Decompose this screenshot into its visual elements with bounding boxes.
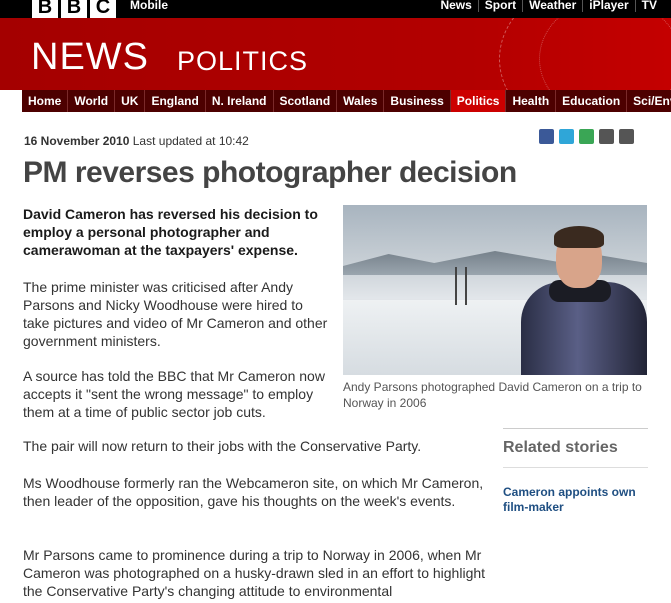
article-headline: PM reverses photographer decision [23,156,517,189]
logo-letter-b1: B [32,0,58,18]
photo-pylon [465,267,467,305]
top-link-tv[interactable]: TV [634,0,663,12]
section-banner: NEWS POLITICS [0,18,671,90]
photo-hair [554,226,604,248]
photo-caption: Andy Parsons photographed David Cameron … [343,380,642,410]
twitter-icon[interactable] [559,129,574,144]
section-title: POLITICS [177,46,309,76]
top-bar: B B C Mobile News Sport Weather iPlayer … [0,0,671,18]
related-stories: Related stories Cameron appoints own fil… [503,428,648,515]
last-updated: Last updated at 10:42 [132,134,249,148]
nav-item-england[interactable]: England [145,90,206,112]
bbc-logo[interactable]: B B C [32,0,116,18]
article-date: 16 November 2010 [24,134,130,148]
nav-item-n-ireland[interactable]: N. Ireland [206,90,274,112]
email-icon[interactable] [599,129,614,144]
mobile-link[interactable]: Mobile [130,0,168,12]
related-stories-heading: Related stories [503,439,618,456]
photo-pylon [455,267,457,305]
nav-item-uk[interactable]: UK [115,90,146,112]
article-paragraph: A source has told the BBC that Mr Camero… [23,368,325,420]
facebook-icon[interactable] [539,129,554,144]
logo-letter-b2: B [61,0,87,18]
nav-item-politics[interactable]: Politics [450,90,507,112]
nav-item-business[interactable]: Business [384,90,451,112]
top-link-weather[interactable]: Weather [522,0,582,12]
top-links: News Sport Weather iPlayer TV [434,0,663,12]
article-photo [343,205,647,375]
section-nav: Home World UK England N. Ireland Scotlan… [22,90,671,112]
article-paragraph: The prime minister was criticised after … [23,279,328,349]
nav-item-scotland[interactable]: Scotland [274,90,338,112]
article-paragraph: Mr Parsons came to prominence during a t… [23,547,486,599]
article-paragraph: Ms Woodhouse formerly ran the Webcameron… [23,475,484,509]
news-title[interactable]: NEWS [31,36,149,79]
top-link-sport[interactable]: Sport [477,0,522,12]
logo-letter-c: C [90,0,116,18]
print-icon[interactable] [619,129,634,144]
nav-item-world[interactable]: World [68,90,116,112]
nav-item-home[interactable]: Home [22,90,69,112]
article-intro: David Cameron has reversed his decision … [23,206,318,258]
related-divider [503,467,648,468]
banner-decoration-inner [539,18,671,90]
share-icon[interactable] [579,129,594,144]
nav-item-sci-environment[interactable]: Sci/Environment [627,90,671,112]
nav-item-education[interactable]: Education [556,90,628,112]
nav-item-health[interactable]: Health [506,90,557,112]
top-link-news[interactable]: News [434,0,477,12]
dateline: 16 November 2010 Last updated at 10:42 [24,134,249,148]
photo-person [521,226,647,375]
related-story-link[interactable]: Cameron appoints own film-maker [503,485,648,515]
nav-item-wales[interactable]: Wales [337,90,385,112]
top-link-iplayer[interactable]: iPlayer [582,0,634,12]
share-tools [539,129,634,144]
article-paragraph: The pair will now return to their jobs w… [23,438,422,454]
